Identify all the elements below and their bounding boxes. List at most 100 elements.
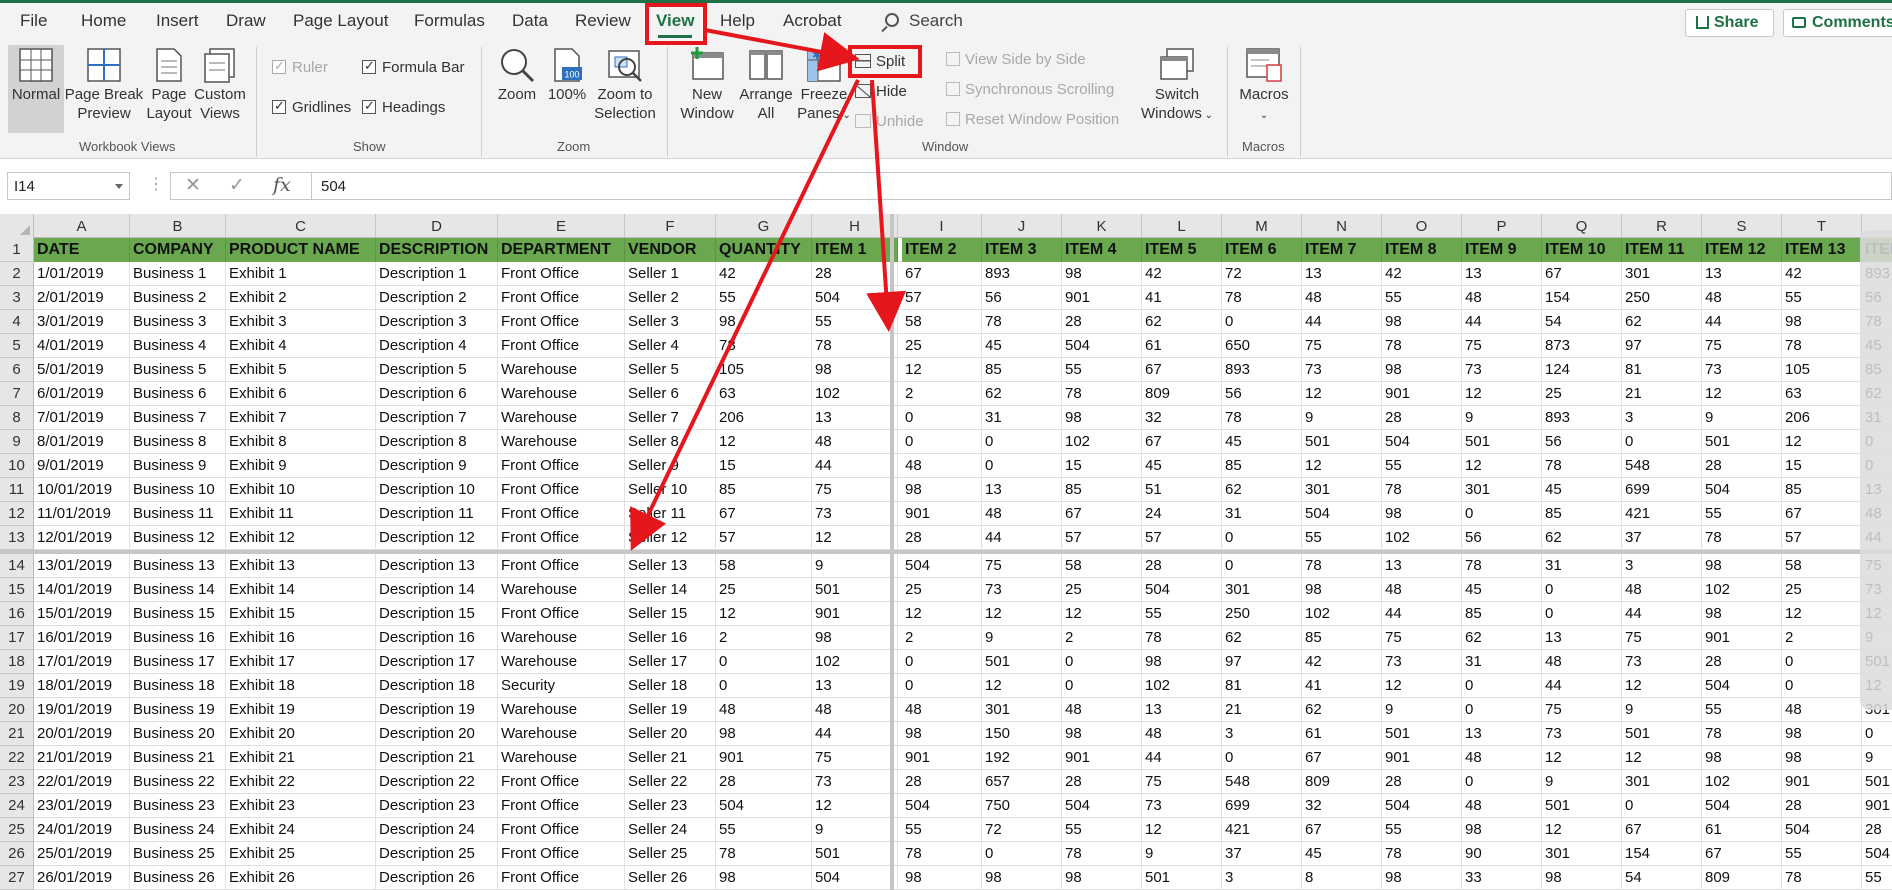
- table-cell[interactable]: Seller 5: [625, 358, 716, 382]
- table-cell[interactable]: 7/01/2019: [34, 406, 130, 430]
- more-options-icon[interactable]: ⋮: [148, 174, 164, 194]
- table-cell[interactable]: 55: [812, 310, 898, 334]
- table-cell[interactable]: 55: [1782, 286, 1862, 310]
- table-cell[interactable]: 0: [1622, 794, 1702, 818]
- table-cell[interactable]: 504: [1382, 794, 1462, 818]
- table-cell[interactable]: 61: [1702, 818, 1782, 842]
- table-cell[interactable]: 75: [812, 478, 898, 502]
- table-cell[interactable]: Exhibit 13: [226, 554, 376, 578]
- table-cell[interactable]: Business 22: [130, 770, 226, 794]
- table-cell[interactable]: 56: [1542, 430, 1622, 454]
- table-cell[interactable]: 102: [812, 650, 898, 674]
- table-cell[interactable]: 78: [1462, 554, 1542, 578]
- header-cell[interactable]: ITEM 10: [1542, 238, 1622, 262]
- table-cell[interactable]: 58: [1782, 554, 1862, 578]
- table-cell[interactable]: 85: [1782, 478, 1862, 502]
- table-cell[interactable]: 22/01/2019: [34, 770, 130, 794]
- column-header[interactable]: G: [716, 214, 812, 238]
- table-cell[interactable]: 58: [716, 554, 812, 578]
- table-cell[interactable]: Front Office: [498, 334, 625, 358]
- table-cell[interactable]: 19/01/2019: [34, 698, 130, 722]
- table-cell[interactable]: Exhibit 10: [226, 478, 376, 502]
- table-cell[interactable]: 301: [1542, 842, 1622, 866]
- table-cell[interactable]: 12: [1462, 454, 1542, 478]
- table-cell[interactable]: 0: [1862, 722, 1892, 746]
- table-cell[interactable]: 72: [982, 818, 1062, 842]
- table-cell[interactable]: 13: [812, 674, 898, 698]
- table-cell[interactable]: 901: [716, 746, 812, 770]
- table-cell[interactable]: 78: [812, 334, 898, 358]
- table-cell[interactable]: Exhibit 16: [226, 626, 376, 650]
- header-cell[interactable]: ITEM 7: [1302, 238, 1382, 262]
- table-cell[interactable]: 75: [1382, 626, 1462, 650]
- table-cell[interactable]: Seller 24: [625, 818, 716, 842]
- table-cell[interactable]: Seller 12: [625, 526, 716, 550]
- table-cell[interactable]: 206: [716, 406, 812, 430]
- table-cell[interactable]: 78: [1142, 626, 1222, 650]
- table-cell[interactable]: Seller 10: [625, 478, 716, 502]
- table-cell[interactable]: 0: [982, 454, 1062, 478]
- row-number[interactable]: 25: [0, 818, 34, 842]
- table-cell[interactable]: 12: [812, 526, 898, 550]
- table-cell[interactable]: 62: [1302, 698, 1382, 722]
- table-cell[interactable]: Seller 6: [625, 382, 716, 406]
- table-cell[interactable]: 28: [1382, 770, 1462, 794]
- table-cell[interactable]: Seller 16: [625, 626, 716, 650]
- reset-window-position-button[interactable]: Reset Window Position: [946, 111, 1119, 128]
- table-cell[interactable]: Description 9: [376, 454, 498, 478]
- table-cell[interactable]: 56: [1462, 526, 1542, 550]
- table-cell[interactable]: 9: [1382, 698, 1462, 722]
- table-cell[interactable]: 48: [1462, 794, 1542, 818]
- table-cell[interactable]: 0: [1062, 650, 1142, 674]
- table-cell[interactable]: 9/01/2019: [34, 454, 130, 478]
- table-cell[interactable]: Description 14: [376, 578, 498, 602]
- table-cell[interactable]: Exhibit 9: [226, 454, 376, 478]
- table-cell[interactable]: 78: [902, 842, 982, 866]
- table-cell[interactable]: 9: [1622, 698, 1702, 722]
- headings-checkbox[interactable]: Headings: [362, 98, 445, 116]
- table-cell[interactable]: Description 16: [376, 626, 498, 650]
- table-cell[interactable]: 28: [902, 770, 982, 794]
- table-cell[interactable]: 28: [1062, 770, 1142, 794]
- table-cell[interactable]: 61: [1302, 722, 1382, 746]
- table-cell[interactable]: 73: [1302, 358, 1382, 382]
- table-cell[interactable]: 21/01/2019: [34, 746, 130, 770]
- table-cell[interactable]: Description 18: [376, 674, 498, 698]
- table-cell[interactable]: 78: [1222, 406, 1302, 430]
- table-cell[interactable]: 31: [1222, 502, 1302, 526]
- zoom-button[interactable]: Zoom: [492, 47, 542, 104]
- table-cell[interactable]: Description 8: [376, 430, 498, 454]
- table-cell[interactable]: 12: [1622, 746, 1702, 770]
- table-cell[interactable]: 250: [1222, 602, 1302, 626]
- table-cell[interactable]: Description 22: [376, 770, 498, 794]
- table-cell[interactable]: 14/01/2019: [34, 578, 130, 602]
- zoom-100-button[interactable]: 100 100%: [545, 47, 589, 104]
- table-cell[interactable]: 98: [1382, 310, 1462, 334]
- table-cell[interactable]: Description 15: [376, 602, 498, 626]
- page-layout-view-button[interactable]: Page Layout: [146, 47, 192, 123]
- row-number[interactable]: 18: [0, 650, 34, 674]
- table-cell[interactable]: 78: [1542, 454, 1622, 478]
- table-cell[interactable]: 12: [1382, 674, 1462, 698]
- table-cell[interactable]: 72: [1222, 262, 1302, 286]
- table-cell[interactable]: Seller 18: [625, 674, 716, 698]
- table-cell[interactable]: 2: [902, 382, 982, 406]
- row-number[interactable]: 24: [0, 794, 34, 818]
- table-cell[interactable]: 901: [1062, 286, 1142, 310]
- chevron-down-icon[interactable]: [115, 184, 123, 189]
- tab-draw[interactable]: Draw: [226, 11, 266, 31]
- row-number[interactable]: 27: [0, 866, 34, 890]
- table-cell[interactable]: 192: [982, 746, 1062, 770]
- table-cell[interactable]: 98: [902, 866, 982, 890]
- table-cell[interactable]: 0: [1062, 674, 1142, 698]
- table-cell[interactable]: Description 24: [376, 818, 498, 842]
- table-cell[interactable]: 9: [1302, 406, 1382, 430]
- table-cell[interactable]: 301: [1302, 478, 1382, 502]
- ruler-checkbox[interactable]: Ruler: [272, 58, 328, 76]
- table-cell[interactable]: 9: [812, 818, 898, 842]
- table-cell[interactable]: 657: [982, 770, 1062, 794]
- table-cell[interactable]: 44: [1462, 310, 1542, 334]
- table-cell[interactable]: Description 21: [376, 746, 498, 770]
- table-cell[interactable]: 98: [1142, 650, 1222, 674]
- table-cell[interactable]: Business 14: [130, 578, 226, 602]
